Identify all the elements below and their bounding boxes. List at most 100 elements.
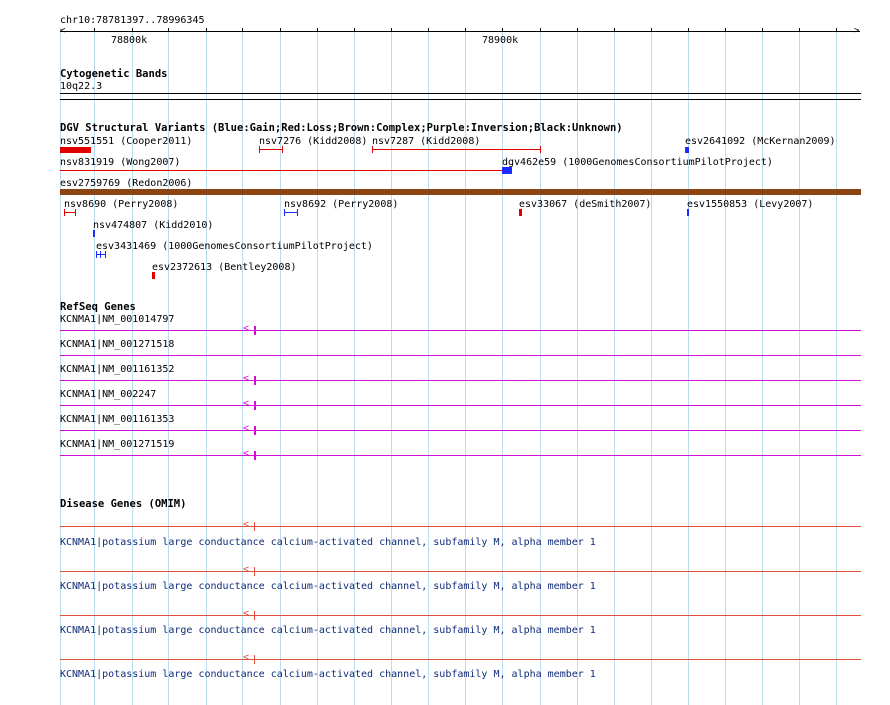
ruler-tick (725, 28, 726, 32)
gene-label[interactable]: KCNMA1|NM_001014797 (60, 314, 174, 325)
dgv-variant-gain[interactable] (93, 230, 95, 237)
dgv-variant-label[interactable]: nsv8690 (Perry2008) (64, 199, 178, 210)
ruler-left-arrow: < (60, 26, 66, 36)
omim-gene-label[interactable]: KCNMA1|potassium large conductance calci… (60, 669, 596, 680)
dgv-variant-gain[interactable] (284, 212, 298, 213)
ruler-tick (651, 28, 652, 32)
omim-gene-line[interactable] (60, 526, 861, 527)
ruler-tick (354, 28, 355, 32)
ruler-axis (60, 31, 860, 32)
omim-strand-arrow-icon: < (243, 519, 250, 530)
ruler-tick (391, 28, 392, 32)
gene-label[interactable]: KCNMA1|NM_001161353 (60, 414, 174, 425)
dgv-variant-label[interactable]: esv2372613 (Bentley2008) (152, 262, 297, 273)
ruler-tick (242, 28, 243, 32)
dgv-variant-loss[interactable] (519, 209, 522, 216)
gene-exon[interactable] (254, 401, 256, 410)
omim-gene-exon[interactable] (254, 655, 255, 664)
dgv-variant-label[interactable]: esv33067 (deSmith2007) (519, 199, 651, 210)
omim-gene-exon[interactable] (254, 611, 255, 620)
dgv-variant-loss[interactable] (60, 170, 505, 171)
cytoband-bar-top[interactable] (60, 93, 861, 94)
dgv-variant-loss-end (75, 209, 76, 216)
ruler-tick (577, 28, 578, 32)
ruler-tick (206, 28, 207, 32)
omim-gene-label[interactable]: KCNMA1|potassium large conductance calci… (60, 581, 596, 592)
gene-line[interactable] (60, 330, 861, 331)
ruler-tick (502, 28, 503, 32)
omim-title: Disease Genes (OMIM) (60, 498, 187, 510)
gene-exon[interactable] (254, 426, 256, 435)
dgv-variant-loss-end (372, 146, 373, 153)
omim-gene-line[interactable] (60, 659, 861, 660)
dgv-variant-label[interactable]: dgv462e59 (1000GenomesConsortiumPilotPro… (502, 157, 773, 168)
omim-gene-exon[interactable] (254, 522, 255, 531)
dgv-variant-gain-end (96, 251, 97, 258)
ruler-tick (280, 28, 281, 32)
gene-exon[interactable] (254, 326, 256, 335)
gene-strand-arrow-icon: < (243, 398, 250, 409)
gene-exon[interactable] (254, 451, 256, 460)
ruler-tick (614, 28, 615, 32)
dgv-variant-loss[interactable] (372, 149, 541, 150)
gene-line[interactable] (60, 405, 861, 406)
dgv-variant-label[interactable]: esv3431469 (1000GenomesConsortiumPilotPr… (96, 241, 373, 252)
ruler-tick (317, 28, 318, 32)
gene-line[interactable] (60, 430, 861, 431)
cytoband-title: Cytogenetic Bands (60, 68, 168, 80)
gene-label[interactable]: KCNMA1|NM_001271518 (60, 339, 174, 350)
dgv-variant-gain-end (105, 251, 106, 258)
dgv-variant-label[interactable]: nsv551551 (Cooper2011) (60, 136, 192, 147)
gene-label[interactable]: KCNMA1|NM_001271519 (60, 439, 174, 450)
dgv-variant-loss[interactable] (60, 147, 91, 153)
gene-strand-arrow-icon: < (243, 423, 250, 434)
dgv-variant-label[interactable]: nsv474807 (Kidd2010) (93, 220, 213, 231)
dgv-variant-loss[interactable] (259, 149, 283, 150)
dgv-variant-gain[interactable] (502, 167, 512, 174)
gene-line[interactable] (60, 355, 861, 356)
omim-strand-arrow-icon: < (243, 608, 250, 619)
dgv-variant-label[interactable]: esv2641092 (McKernan2009) (685, 136, 836, 147)
location-label: chr10:78781397..78996345 (60, 15, 205, 26)
ruler-tick (168, 28, 169, 32)
dgv-variant-gain-end (100, 251, 101, 258)
omim-gene-label[interactable]: KCNMA1|potassium large conductance calci… (60, 537, 596, 548)
cytoband-bar-bottom[interactable] (60, 99, 861, 100)
ruler-tick (428, 28, 429, 32)
ruler-tick (465, 28, 466, 32)
gene-line[interactable] (60, 380, 861, 381)
dgv-variant-label[interactable]: nsv831919 (Wong2007) (60, 157, 180, 168)
dgv-variant-gain-end (297, 209, 298, 216)
gene-strand-arrow-icon: < (243, 323, 250, 334)
gene-exon[interactable] (254, 376, 256, 385)
omim-strand-arrow-icon: < (243, 564, 250, 575)
omim-gene-exon[interactable] (254, 567, 255, 576)
dgv-variant-loss-end (259, 146, 260, 153)
dgv-variant-label[interactable]: esv1550853 (Levy2007) (687, 199, 813, 210)
refseq-title: RefSeq Genes (60, 301, 136, 313)
ruler-tick (540, 28, 541, 32)
gene-line[interactable] (60, 455, 861, 456)
gene-label[interactable]: KCNMA1|NM_001161352 (60, 364, 174, 375)
dgv-variant-gain[interactable] (687, 209, 689, 216)
dgv-variant-loss-end (540, 146, 541, 153)
dgv-variant-loss[interactable] (152, 272, 155, 279)
dgv-variant-loss-end (282, 146, 283, 153)
omim-gene-line[interactable] (60, 571, 861, 572)
dgv-variant-gain[interactable] (685, 147, 689, 153)
ruler-tick (799, 28, 800, 32)
dgv-variant-gain-end (284, 209, 285, 216)
cytoband-label: 10q22.3 (60, 81, 103, 92)
ruler-tick (94, 28, 95, 32)
ruler-tick (836, 28, 837, 32)
dgv-variant-label[interactable]: nsv8692 (Perry2008) (284, 199, 398, 210)
dgv-variant-label[interactable]: nsv7287 (Kidd2008) (372, 136, 480, 147)
omim-gene-line[interactable] (60, 615, 861, 616)
gene-label[interactable]: KCNMA1|NM_002247 (60, 389, 156, 400)
dgv-variant-label[interactable]: esv2759769 (Redon2006) (60, 178, 192, 189)
dgv-variant-complex[interactable] (60, 189, 861, 195)
gene-strand-arrow-icon: < (243, 448, 250, 459)
omim-gene-label[interactable]: KCNMA1|potassium large conductance calci… (60, 625, 596, 636)
dgv-variant-label[interactable]: nsv7276 (Kidd2008) (259, 136, 367, 147)
omim-strand-arrow-icon: < (243, 652, 250, 663)
